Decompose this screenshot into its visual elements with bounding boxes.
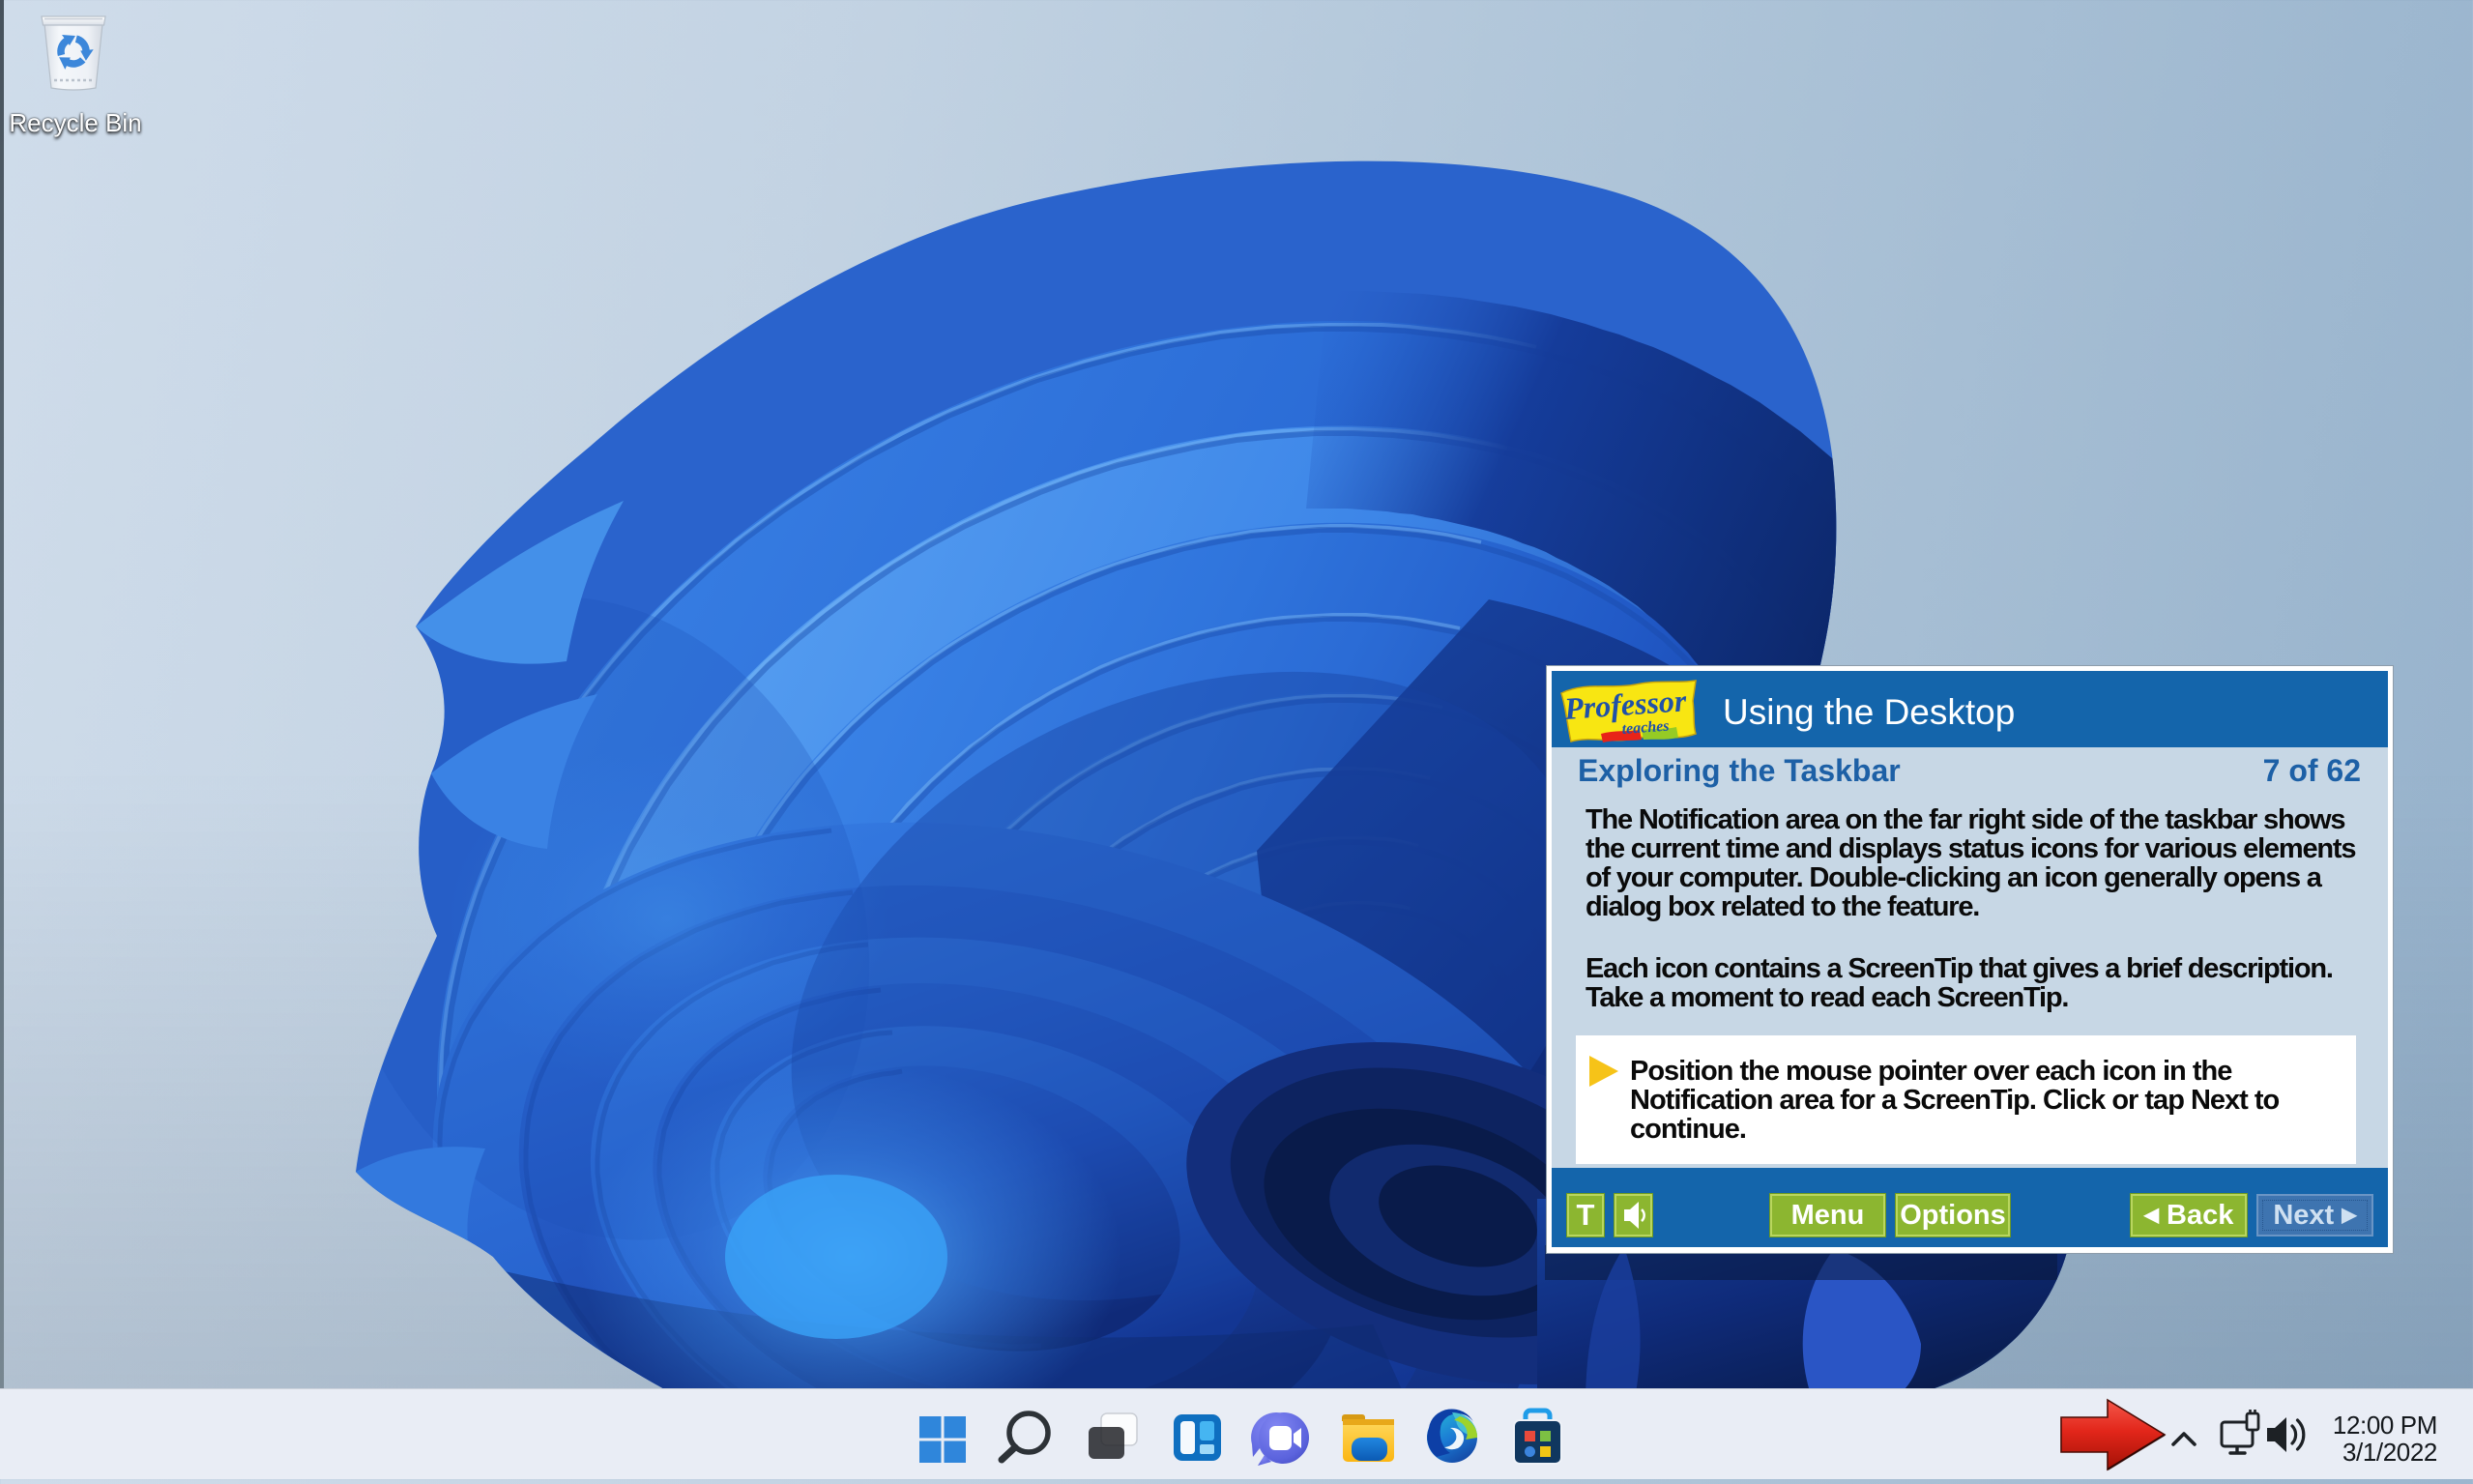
svg-text:teaches: teaches [1621,718,1670,738]
